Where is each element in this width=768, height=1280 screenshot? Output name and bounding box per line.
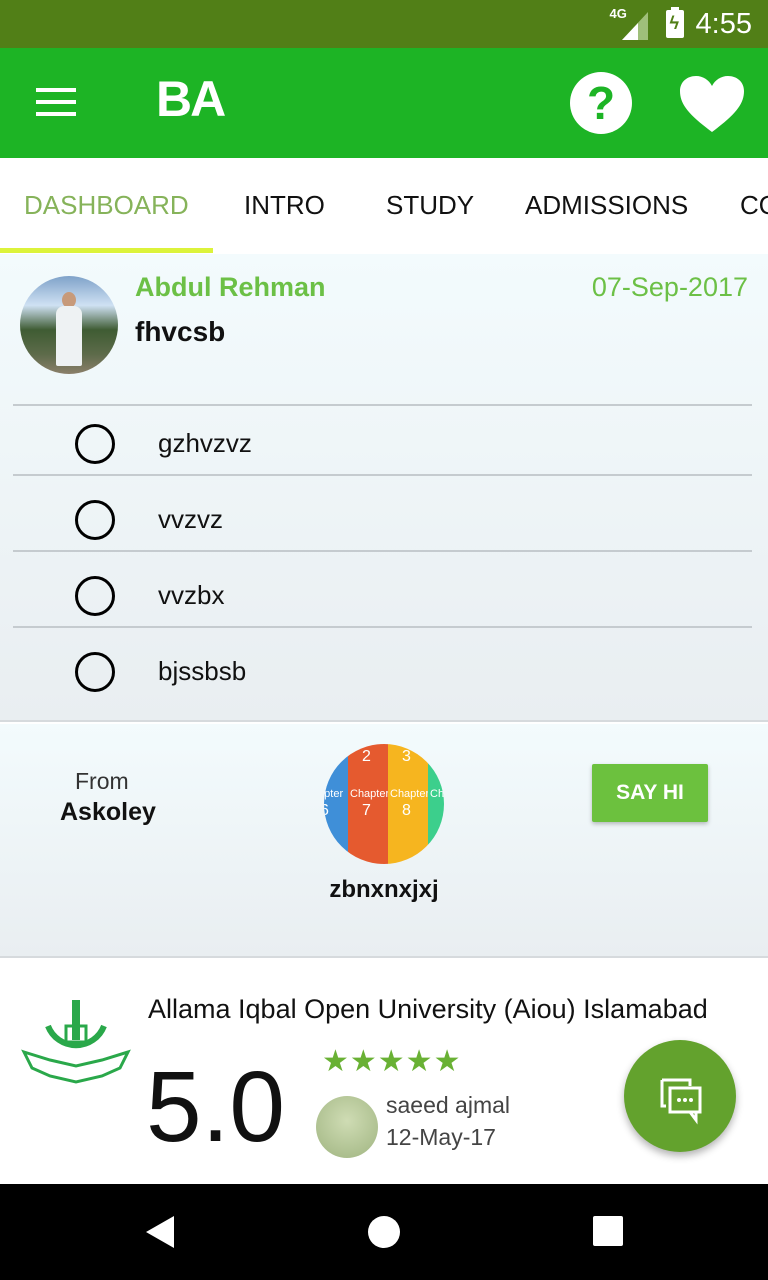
system-nav-bar — [0, 1184, 768, 1280]
clock: 4:55 — [695, 8, 752, 40]
radio-button[interactable] — [75, 576, 115, 616]
radio-button[interactable] — [75, 652, 115, 692]
tab-study[interactable]: STUDY — [386, 190, 474, 221]
option-label: vvzvz — [158, 504, 223, 534]
post-title: fhvcsb — [135, 316, 226, 347]
question-circle-icon: ? — [586, 77, 616, 129]
university-name[interactable]: Allama Iqbal Open University (Aiou) Isla… — [148, 994, 708, 1025]
chat-fab-button[interactable] — [624, 1040, 736, 1152]
reviewer-avatar — [316, 1096, 378, 1158]
hamburger-menu-icon[interactable] — [36, 88, 76, 118]
option-label: gzhvzvz — [158, 428, 252, 458]
user-picture[interactable]: Chapter6 2Chapter7 3Chapter8 Chapter — [324, 744, 444, 864]
post-date: 07-Sep-2017 — [591, 272, 748, 302]
favorite-button[interactable] — [678, 74, 746, 134]
say-hi-button[interactable]: SAY HI — [592, 764, 708, 822]
poll-option[interactable]: vvzvz — [0, 482, 768, 556]
author-avatar[interactable] — [20, 276, 118, 374]
poll-option[interactable]: vvzbx — [0, 558, 768, 632]
post-author[interactable]: Abdul Rehman — [135, 272, 326, 303]
from-label: From — [75, 768, 129, 794]
radio-button[interactable] — [75, 500, 115, 540]
network-type: 4G — [609, 6, 627, 21]
divider — [13, 626, 752, 628]
university-logo — [21, 1000, 131, 1084]
home-icon[interactable] — [368, 1216, 400, 1248]
rating-value: 5.0 — [146, 1051, 286, 1163]
review-date: 12-May-17 — [386, 1124, 496, 1150]
signal-icon: 4G — [610, 6, 654, 40]
divider — [13, 550, 752, 552]
radio-button[interactable] — [75, 424, 115, 464]
hi-username: zbnxnxjxj — [329, 876, 439, 903]
poll-option[interactable]: bjssbsb — [0, 634, 768, 708]
say-hi-card: From Askoley Chapter6 2Chapter7 3Chapter… — [0, 724, 768, 958]
poll-post-card: gzhvzvz vvzvz vvzbx bjssbsb — [0, 254, 768, 722]
back-icon[interactable] — [146, 1216, 174, 1248]
tab-intro[interactable]: INTRO — [244, 190, 325, 221]
chat-bubbles-icon — [660, 1078, 702, 1125]
tab-more[interactable]: CO — [740, 190, 768, 221]
tab-bar: DASHBOARD INTRO STUDY ADMISSIONS CO — [0, 158, 768, 254]
app-logo: BA — [156, 71, 226, 127]
divider — [13, 474, 752, 476]
from-location: Askoley — [60, 798, 156, 826]
status-bar: 4G ϟ 4:55 — [0, 0, 768, 48]
option-label: bjssbsb — [158, 656, 247, 686]
tab-admissions[interactable]: ADMISSIONS — [525, 190, 688, 221]
heart-icon — [680, 76, 744, 132]
reviewer-name: saeed ajmal — [386, 1092, 511, 1118]
tab-dashboard[interactable]: DASHBOARD — [24, 190, 189, 221]
option-label: vvzbx — [158, 580, 225, 610]
app-bar: BA ? — [0, 48, 768, 158]
battery-charging-icon: ϟ — [665, 7, 684, 38]
help-button[interactable]: ? — [570, 72, 632, 134]
tab-indicator — [0, 248, 213, 253]
star-rating: ★★★★★ — [322, 1045, 462, 1078]
recent-apps-icon[interactable] — [593, 1216, 623, 1246]
poll-option[interactable]: gzhvzvz — [0, 406, 768, 480]
